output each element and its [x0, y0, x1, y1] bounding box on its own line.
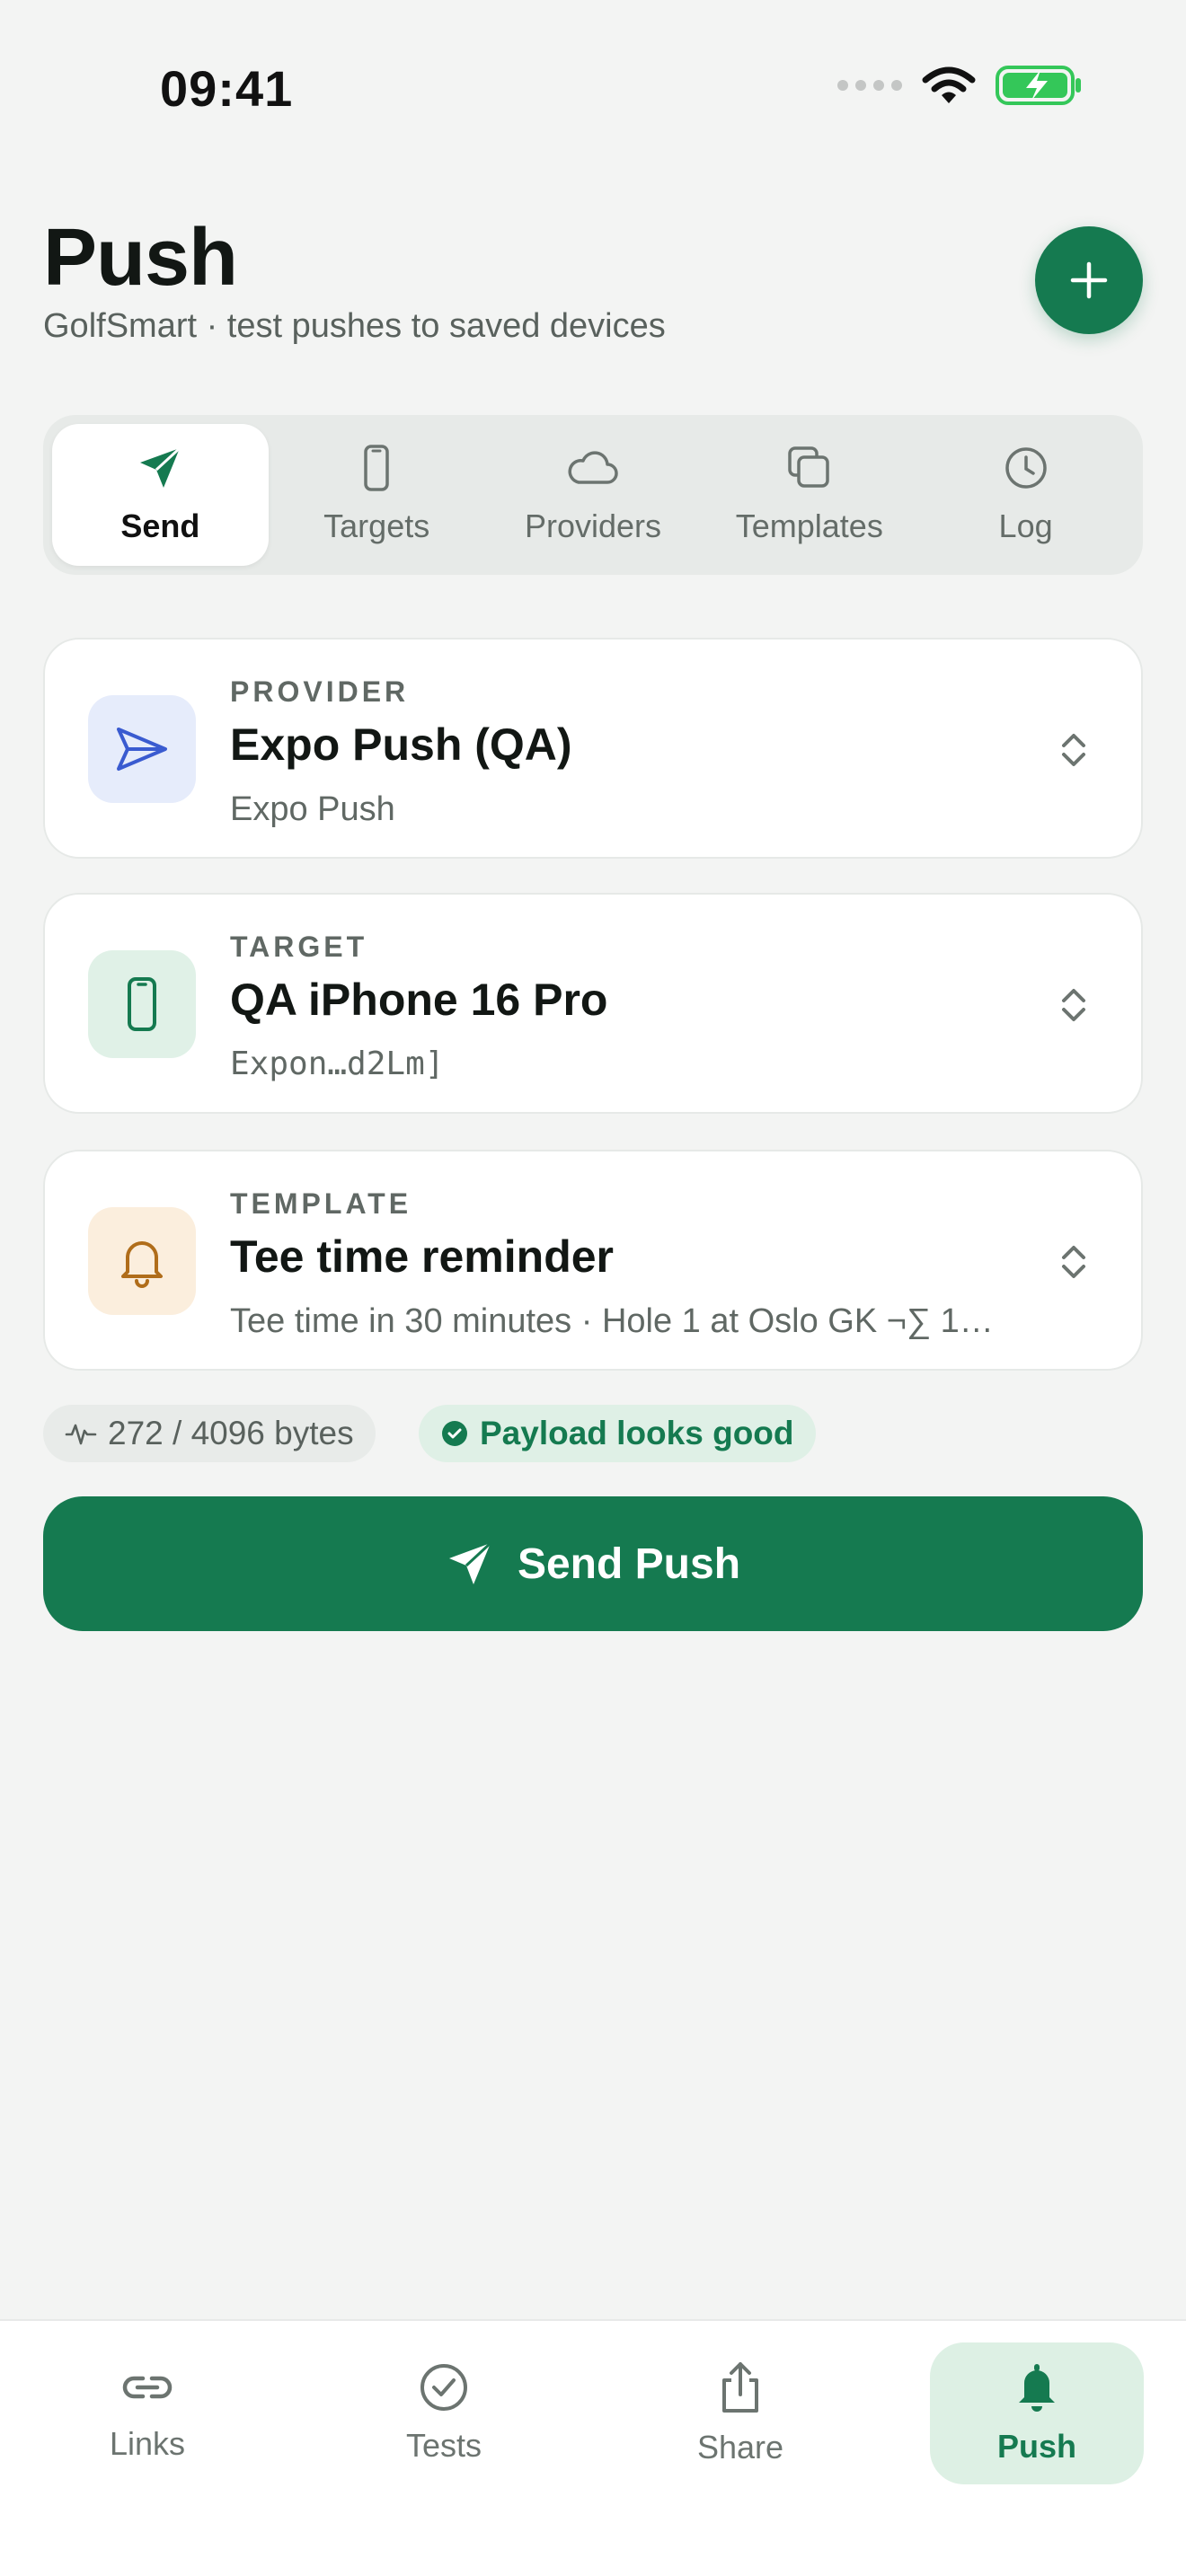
target-name: QA iPhone 16 Pro — [230, 975, 608, 1025]
paper-plane-icon — [117, 728, 167, 771]
copy-icon — [788, 446, 829, 488]
bottom-tab-bar: Links Tests Share Push — [0, 2319, 1186, 2576]
tab-send[interactable]: Send — [52, 424, 269, 566]
tabbar-item-share[interactable]: Share — [633, 2342, 847, 2484]
tabbar-tests-label: Tests — [405, 2427, 482, 2464]
target-token: Expon…d2Lm] — [230, 1045, 445, 1082]
check-circle-icon — [442, 1421, 467, 1446]
tabbar-item-tests[interactable]: Tests — [337, 2342, 551, 2484]
check-circle-icon — [420, 2364, 467, 2411]
wifi-icon — [922, 66, 976, 103]
status-time: 09:41 — [160, 60, 294, 117]
payload-size-badge: 272 / 4096 bytes — [43, 1405, 376, 1462]
tabbar-push-label: Push — [996, 2428, 1076, 2465]
bell-icon — [121, 1241, 163, 1288]
battery-icon — [996, 66, 1081, 105]
send-push-button[interactable]: Send Push — [43, 1496, 1143, 1631]
template-icon-tile — [88, 1207, 196, 1315]
status-icons — [837, 65, 1082, 106]
status-bar: 09:41 — [0, 0, 1186, 171]
send-push-label: Send Push — [517, 1539, 741, 1588]
bell-icon — [1019, 2364, 1055, 2412]
tabbar-share-label: Share — [696, 2429, 784, 2466]
clock-icon — [1005, 447, 1047, 489]
provider-name: Expo Push (QA) — [230, 719, 572, 770]
tab-templates[interactable]: Templates — [701, 424, 917, 566]
plus-icon — [1070, 261, 1108, 299]
chevron-up-down-icon — [1062, 734, 1085, 766]
tab-log[interactable]: Log — [917, 424, 1134, 566]
template-preview: Tee time in 30 minutes · Hole 1 at Oslo … — [230, 1302, 994, 1340]
phone-icon — [364, 445, 389, 491]
payload-status-badge: Payload looks good — [419, 1405, 816, 1462]
tabbar-links-label: Links — [109, 2425, 186, 2462]
section-tabs: Send Targets Providers Templates Log — [43, 415, 1143, 575]
payload-status-text: Payload looks good — [480, 1415, 794, 1451]
page-subtitle: GolfSmart · test pushes to saved devices — [43, 307, 666, 345]
add-button[interactable] — [1035, 226, 1143, 334]
provider-type: Expo Push — [230, 790, 395, 828]
target-card[interactable]: TARGET QA iPhone 16 Pro Expon…d2Lm] — [43, 893, 1143, 1114]
template-name: Tee time reminder — [230, 1231, 615, 1282]
tab-providers[interactable]: Providers — [485, 424, 702, 566]
payload-size-text: 272 / 4096 bytes — [108, 1415, 354, 1451]
tabbar-item-links[interactable]: Links — [40, 2342, 254, 2484]
template-kicker: TEMPLATE — [230, 1187, 412, 1220]
provider-card[interactable]: PROVIDER Expo Push (QA) Expo Push — [43, 638, 1143, 859]
cloud-icon — [568, 451, 618, 484]
tabbar-item-push[interactable]: Push — [930, 2342, 1144, 2484]
tab-send-label: Send — [120, 507, 200, 544]
tab-targets[interactable]: Targets — [269, 424, 485, 566]
send-icon — [448, 1541, 491, 1584]
provider-icon-tile — [88, 695, 196, 803]
target-kicker: TARGET — [230, 931, 368, 963]
signal-dots-icon — [837, 80, 902, 91]
target-icon-tile — [88, 950, 196, 1058]
phone-icon — [128, 977, 156, 1031]
provider-kicker: PROVIDER — [230, 675, 410, 708]
send-icon — [140, 446, 181, 488]
template-card[interactable]: TEMPLATE Tee time reminder Tee time in 3… — [43, 1150, 1143, 1371]
link-icon — [122, 2376, 173, 2399]
tab-providers-label: Providers — [524, 507, 662, 544]
tab-templates-label: Templates — [735, 507, 883, 544]
chevron-up-down-icon — [1062, 989, 1085, 1021]
waveform-icon — [65, 1424, 97, 1445]
tab-log-label: Log — [998, 507, 1053, 544]
tab-targets-label: Targets — [323, 507, 430, 544]
page-title: Push — [43, 213, 238, 303]
chevron-up-down-icon — [1062, 1246, 1085, 1278]
share-icon — [722, 2362, 758, 2413]
